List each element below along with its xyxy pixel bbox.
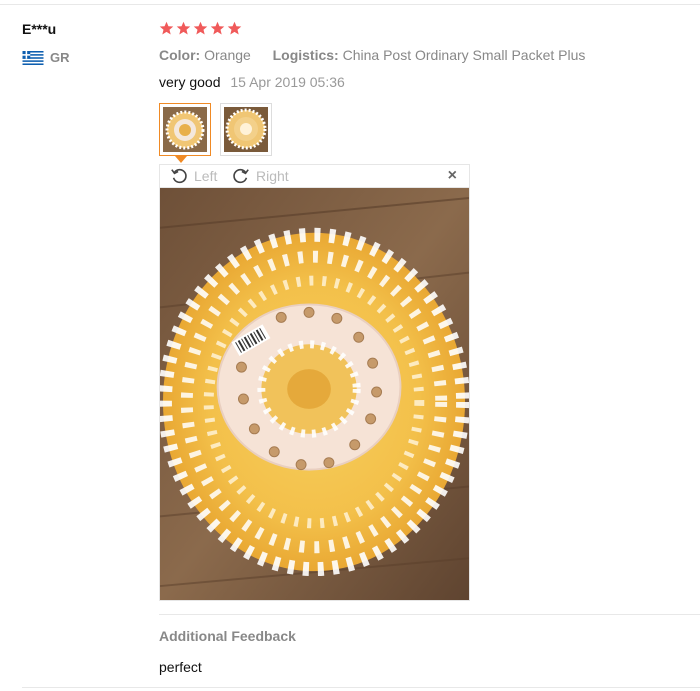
rotate-right-icon bbox=[233, 168, 249, 184]
star-icon bbox=[210, 21, 225, 35]
logistics-label: Logistics: bbox=[272, 47, 339, 63]
rotate-right-button[interactable]: Right bbox=[232, 167, 289, 185]
review-photo-large bbox=[159, 187, 470, 601]
section-divider bbox=[159, 614, 700, 615]
mop-head-photo bbox=[160, 188, 469, 600]
mop-head-thumbnail bbox=[224, 107, 268, 152]
rotate-left-label: Left bbox=[194, 168, 218, 184]
order-meta: Color: Orange Logistics: China Post Ordi… bbox=[159, 47, 585, 63]
star-icon bbox=[159, 21, 174, 35]
photo-viewer-toolbar: Left Right × bbox=[159, 164, 470, 187]
reviewer-name: E***u bbox=[22, 21, 57, 37]
photo-thumbnail-2[interactable] bbox=[220, 103, 272, 156]
photo-thumbnail-1[interactable] bbox=[159, 103, 211, 156]
review-comment-line: very good 15 Apr 2019 05:36 bbox=[159, 74, 345, 90]
rotate-left-button[interactable]: Left bbox=[170, 167, 217, 185]
greece-flag-icon bbox=[22, 50, 44, 65]
color-label: Color: bbox=[159, 47, 201, 63]
rating-stars bbox=[159, 21, 244, 36]
top-divider bbox=[0, 4, 700, 5]
mop-head-thumbnail bbox=[163, 107, 207, 152]
reviewer-country: GR bbox=[22, 50, 70, 65]
star-icon bbox=[176, 21, 191, 35]
bottom-divider bbox=[22, 687, 700, 688]
star-icon bbox=[193, 21, 208, 35]
rotate-right-label: Right bbox=[256, 168, 289, 184]
additional-feedback-title: Additional Feedback bbox=[159, 628, 296, 644]
color-value: Orange bbox=[204, 47, 251, 63]
close-viewer-button[interactable]: × bbox=[448, 168, 457, 184]
country-code: GR bbox=[50, 50, 70, 65]
review-date: 15 Apr 2019 05:36 bbox=[230, 74, 345, 90]
review-comment: very good bbox=[159, 74, 221, 90]
additional-feedback-text: perfect bbox=[159, 659, 202, 675]
rotate-left-icon bbox=[171, 168, 187, 184]
star-icon bbox=[227, 21, 242, 35]
logistics-value: China Post Ordinary Small Packet Plus bbox=[342, 47, 586, 63]
active-thumbnail-caret bbox=[175, 156, 187, 163]
